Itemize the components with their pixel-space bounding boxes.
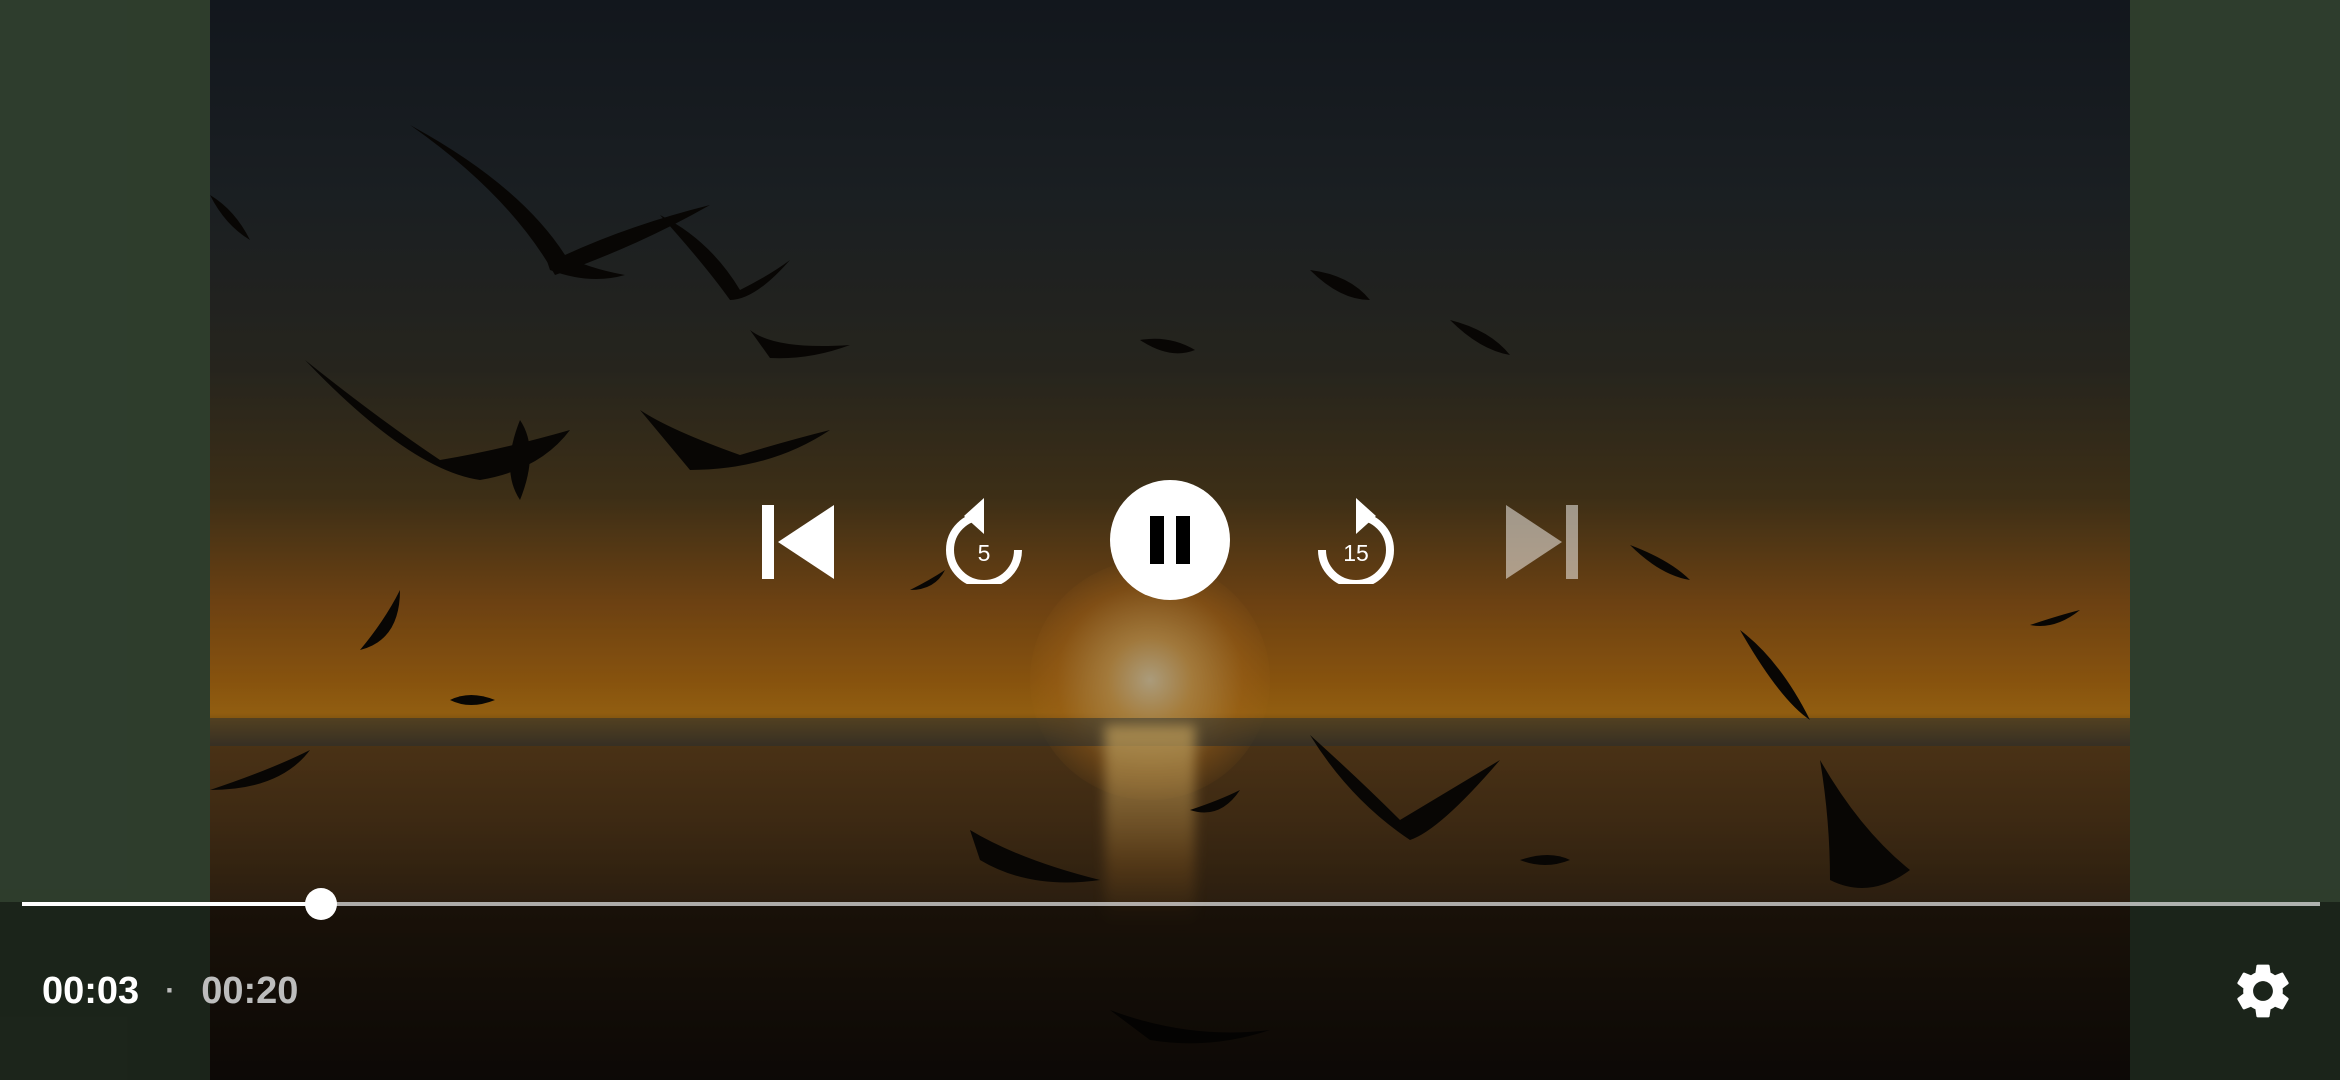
rewind-button[interactable]: 5 xyxy=(942,488,1026,584)
forward-15-icon xyxy=(1318,498,1394,584)
settings-button[interactable] xyxy=(2230,958,2296,1024)
bottom-control-bar xyxy=(0,902,2340,1080)
forward-button[interactable]: 15 xyxy=(1314,488,1398,584)
seek-bar-played xyxy=(22,902,321,906)
total-time: 00:20 xyxy=(201,969,299,1012)
player-screen: 5 15 00:03 · 00:20 xyxy=(0,0,2340,1080)
next-button[interactable] xyxy=(1500,500,1584,584)
seek-bar[interactable] xyxy=(22,888,2320,920)
previous-button[interactable] xyxy=(756,500,840,584)
pause-icon xyxy=(1150,516,1190,564)
rewind-seconds-label: 5 xyxy=(977,540,991,566)
time-separator: · xyxy=(165,974,176,1007)
time-display: 00:03 · 00:20 xyxy=(42,966,298,1016)
gear-icon xyxy=(2237,964,2289,1018)
seek-bar-thumb[interactable] xyxy=(304,888,337,920)
skip-next-icon xyxy=(1506,505,1578,579)
forward-seconds-label: 15 xyxy=(1343,540,1369,566)
skip-previous-icon xyxy=(762,505,834,579)
current-time: 00:03 xyxy=(42,969,140,1012)
pause-button[interactable] xyxy=(1110,480,1230,600)
player-controls: 5 15 00:03 · 00:20 xyxy=(0,0,2340,1080)
replay-5-icon xyxy=(946,498,1022,584)
